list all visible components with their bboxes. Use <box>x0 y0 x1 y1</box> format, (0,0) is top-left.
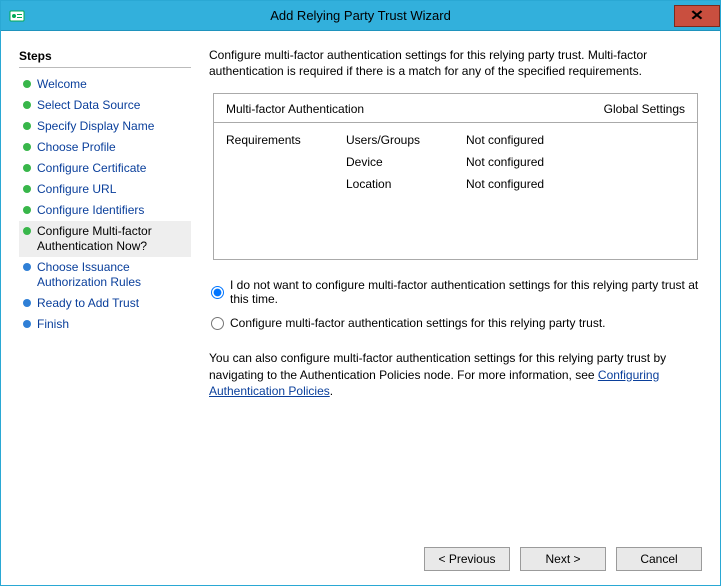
bullet-icon <box>23 143 31 151</box>
mfa-row: Location Not configured <box>226 177 685 191</box>
next-button[interactable]: Next > <box>520 547 606 571</box>
step-configure-mfa[interactable]: Configure Multi-factor Authentication No… <box>19 221 191 257</box>
button-bar: < Previous Next > Cancel <box>19 537 702 571</box>
app-icon <box>9 8 25 24</box>
bullet-icon <box>23 206 31 214</box>
mfa-box-body: Requirements Users/Groups Not configured… <box>214 123 697 259</box>
step-configure-identifiers[interactable]: Configure Identifiers <box>19 200 191 221</box>
close-button[interactable]: ✕ <box>674 5 720 27</box>
previous-button[interactable]: < Previous <box>424 547 510 571</box>
step-configure-url[interactable]: Configure URL <box>19 179 191 200</box>
mfa-req-name: Users/Groups <box>346 133 466 147</box>
radio-do-not-configure-input[interactable] <box>211 286 224 299</box>
footnote: You can also configure multi-factor auth… <box>209 350 702 399</box>
mfa-req-name: Device <box>346 155 466 169</box>
step-label: Choose Profile <box>37 140 116 155</box>
step-label: Configure URL <box>37 182 116 197</box>
step-choose-issuance-rules[interactable]: Choose Issuance Authorization Rules <box>19 257 191 293</box>
mfa-header-left: Multi-factor Authentication <box>226 102 364 116</box>
steps-pane: Steps Welcome Select Data Source Specify… <box>19 47 191 537</box>
footnote-text-b: . <box>330 384 333 398</box>
mfa-box-header: Multi-factor Authentication Global Setti… <box>214 94 697 123</box>
step-configure-certificate[interactable]: Configure Certificate <box>19 158 191 179</box>
mfa-requirements-label: Requirements <box>226 133 346 147</box>
bullet-icon <box>23 320 31 328</box>
titlebar: Add Relying Party Trust Wizard ✕ <box>1 1 720 31</box>
steps-list: Welcome Select Data Source Specify Displ… <box>19 74 191 335</box>
step-label: Specify Display Name <box>37 119 154 134</box>
intro-text: Configure multi-factor authentication se… <box>209 47 702 79</box>
step-label: Ready to Add Trust <box>37 296 139 311</box>
radio-do-not-configure[interactable]: I do not want to configure multi-factor … <box>211 278 702 306</box>
bullet-icon <box>23 227 31 235</box>
body: Steps Welcome Select Data Source Specify… <box>19 47 702 537</box>
radio-configure[interactable]: Configure multi-factor authentication se… <box>211 316 702 330</box>
bullet-icon <box>23 101 31 109</box>
step-label: Configure Multi-factor Authentication No… <box>37 224 187 254</box>
content-area: Steps Welcome Select Data Source Specify… <box>1 31 720 585</box>
steps-heading: Steps <box>19 47 191 68</box>
wizard-window: Add Relying Party Trust Wizard ✕ Steps W… <box>0 0 721 586</box>
step-choose-profile[interactable]: Choose Profile <box>19 137 191 158</box>
bullet-icon <box>23 263 31 271</box>
cancel-button[interactable]: Cancel <box>616 547 702 571</box>
mfa-req-value: Not configured <box>466 155 544 169</box>
step-label: Configure Identifiers <box>37 203 144 218</box>
radio-configure-label: Configure multi-factor authentication se… <box>230 316 606 330</box>
close-icon: ✕ <box>690 7 704 24</box>
mfa-req-value: Not configured <box>466 133 544 147</box>
main-pane: Configure multi-factor authentication se… <box>209 47 702 537</box>
step-select-data-source[interactable]: Select Data Source <box>19 95 191 116</box>
step-label: Choose Issuance Authorization Rules <box>37 260 187 290</box>
bullet-icon <box>23 299 31 307</box>
mfa-req-value: Not configured <box>466 177 544 191</box>
radio-configure-input[interactable] <box>211 317 224 330</box>
mfa-req-name: Location <box>346 177 466 191</box>
step-label: Configure Certificate <box>37 161 146 176</box>
bullet-icon <box>23 185 31 193</box>
step-label: Finish <box>37 317 69 332</box>
bullet-icon <box>23 80 31 88</box>
step-welcome[interactable]: Welcome <box>19 74 191 95</box>
mfa-settings-box: Multi-factor Authentication Global Setti… <box>213 93 698 260</box>
step-label: Select Data Source <box>37 98 140 113</box>
step-ready-to-add-trust[interactable]: Ready to Add Trust <box>19 293 191 314</box>
bullet-icon <box>23 164 31 172</box>
bullet-icon <box>23 122 31 130</box>
radio-do-not-configure-label: I do not want to configure multi-factor … <box>230 278 702 306</box>
step-finish[interactable]: Finish <box>19 314 191 335</box>
mfa-row: Device Not configured <box>226 155 685 169</box>
step-label: Welcome <box>37 77 87 92</box>
window-title: Add Relying Party Trust Wizard <box>1 8 720 23</box>
mfa-header-right: Global Settings <box>604 102 685 116</box>
step-specify-display-name[interactable]: Specify Display Name <box>19 116 191 137</box>
mfa-row: Requirements Users/Groups Not configured <box>226 133 685 147</box>
